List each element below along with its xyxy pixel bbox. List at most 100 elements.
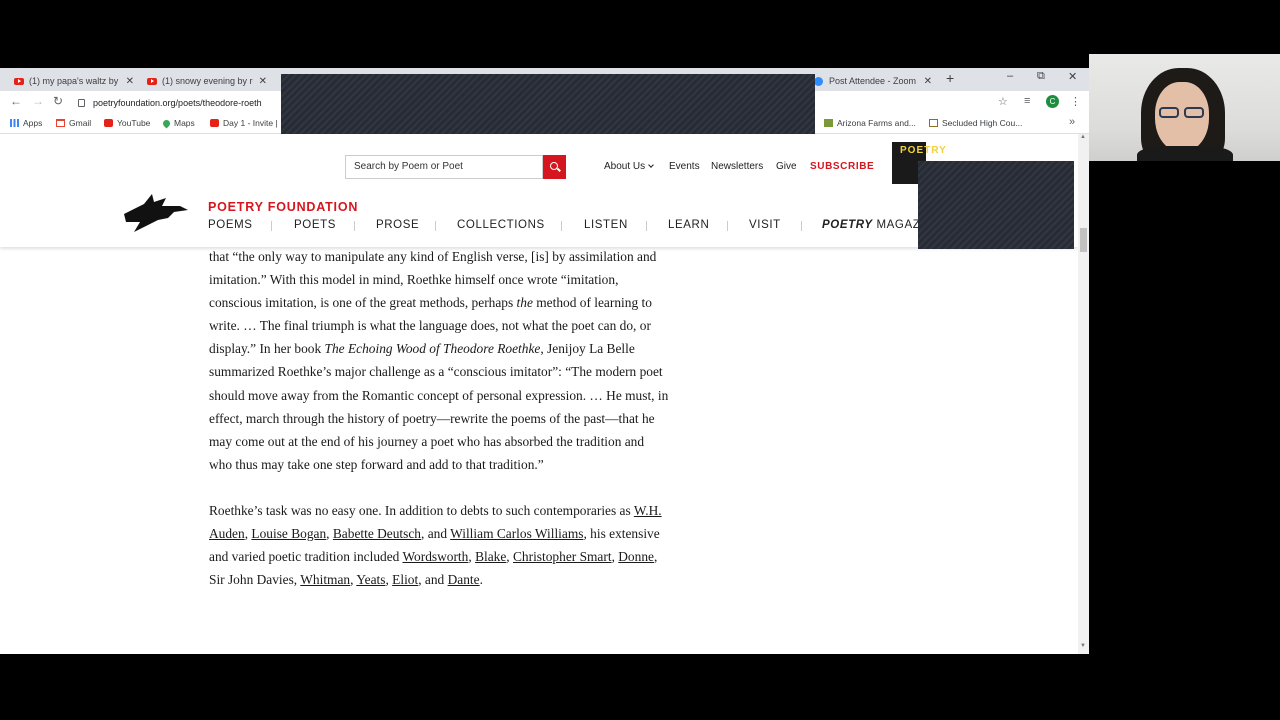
text-run: . [479, 572, 483, 588]
browser-tab-zoom[interactable]: Post Attendee - Zoom ✕ [808, 71, 938, 91]
chevron-down-icon [648, 162, 654, 168]
link-blake[interactable]: Blake [475, 549, 506, 564]
bookmark-youtube[interactable]: YouTube [104, 118, 150, 128]
close-window-button[interactable]: ✕ [1068, 70, 1077, 83]
youtube-icon [147, 77, 157, 85]
bookmark-icon [929, 119, 938, 127]
redacted-region [281, 74, 815, 134]
scroll-thumb[interactable] [1080, 228, 1087, 252]
link-williams[interactable]: William Carlos Williams [450, 526, 583, 541]
nav-about-us[interactable]: About Us [604, 161, 654, 172]
url-text: poetryfoundation.org/poets/theodore-roet… [93, 97, 262, 108]
scroll-up-arrow-icon[interactable]: ▲ [1080, 134, 1086, 140]
bookmark-label: Maps [174, 118, 195, 128]
bookmark-apps[interactable]: Apps [10, 118, 42, 128]
bookmark-label: Gmail [69, 118, 92, 128]
nav-listen[interactable]: LISTEN [584, 219, 628, 231]
nav-newsletters[interactable]: Newsletters [711, 161, 763, 172]
tab-title: (1) snowy evening by ro [162, 76, 253, 86]
bookmark-label: Arizona Farms and... [837, 118, 916, 128]
profile-avatar[interactable]: C [1046, 95, 1059, 108]
lock-icon [78, 98, 85, 107]
bookmark-gmail[interactable]: Gmail [56, 118, 91, 128]
page-scrollbar[interactable]: ▲ ▼ [1078, 134, 1089, 654]
nav-give[interactable]: Give [776, 161, 797, 172]
webcam-shirt [1137, 146, 1233, 161]
link-eliot[interactable]: Eliot [392, 572, 418, 587]
youtube-icon [210, 119, 219, 127]
new-tab-button[interactable]: + [946, 70, 954, 86]
book-title: The Echoing Wood of Theodore Roethke [324, 341, 541, 357]
site-header: Search by Poem or Poet About Us Events N… [0, 134, 1078, 247]
forward-arrow-icon[interactable]: → [32, 94, 44, 108]
scroll-down-arrow-icon[interactable]: ▼ [1080, 643, 1086, 649]
text-run: , Jenijoy La Belle summarized Roethke’s … [209, 341, 669, 472]
link-smart[interactable]: Christopher Smart [513, 549, 612, 564]
close-tab-icon[interactable]: ✕ [924, 76, 932, 87]
article-paragraph: that “the only way to manipulate any kin… [209, 245, 669, 476]
close-tab-icon[interactable]: ✕ [126, 76, 134, 87]
link-dante[interactable]: Dante [448, 572, 480, 587]
star-icon[interactable]: ☆ [998, 95, 1008, 108]
browser-tab-snowy-evening[interactable]: (1) snowy evening by ro ✕ [141, 71, 273, 91]
nav-divider [801, 221, 802, 231]
close-tab-icon[interactable]: ✕ [259, 76, 267, 87]
youtube-icon [104, 119, 113, 127]
bookmark-maps[interactable]: Maps [161, 118, 195, 128]
emphasis: the [516, 295, 533, 311]
nav-collections[interactable]: COLLECTIONS [457, 219, 545, 231]
apps-icon [10, 119, 19, 127]
link-yeats[interactable]: Yeats [356, 572, 385, 587]
nav-prose[interactable]: PROSE [376, 219, 419, 231]
nav-label: POETRY [822, 219, 873, 231]
link-deutsch[interactable]: Babette Deutsch [333, 526, 421, 541]
subscribe-link[interactable]: SUBSCRIBE [810, 161, 874, 172]
nav-label: About Us [604, 161, 646, 172]
bookmark-secluded-high[interactable]: Secluded High Cou... [929, 118, 1022, 128]
maps-icon [161, 118, 172, 128]
bookmark-label: Day 1 - Invite | [223, 118, 278, 128]
menu-dots-icon[interactable]: ⋮ [1070, 95, 1081, 108]
bookmark-day1-invite[interactable]: Day 1 - Invite | [210, 118, 278, 128]
glasses-icon [1159, 107, 1179, 118]
article-paragraph: Roethke’s task was no easy one. In addit… [209, 499, 669, 591]
nav-learn[interactable]: LEARN [668, 219, 709, 231]
nav-visit[interactable]: VISIT [749, 219, 781, 231]
tab-title: Post Attendee - Zoom [829, 76, 917, 86]
reload-icon[interactable]: ↻ [53, 94, 63, 108]
bookmark-label: YouTube [117, 118, 151, 128]
back-arrow-icon[interactable]: ← [10, 94, 22, 108]
link-donne[interactable]: Donne [618, 549, 654, 564]
brand-title[interactable]: POETRY FOUNDATION [208, 200, 358, 214]
search-icon[interactable] [543, 155, 566, 179]
youtube-icon [14, 77, 24, 85]
link-bogan[interactable]: Louise Bogan [251, 526, 326, 541]
text-run: , and [421, 526, 451, 542]
nav-events[interactable]: Events [669, 161, 700, 172]
link-wordsworth[interactable]: Wordsworth [402, 549, 468, 564]
nav-label: MAGAZI [872, 219, 925, 231]
search-input[interactable]: Search by Poem or Poet [345, 155, 543, 179]
minimize-button[interactable]: – [1007, 70, 1013, 82]
bookmark-icon [824, 119, 833, 127]
browser-window: (1) my papa's waltz by th ✕ (1) snowy ev… [0, 68, 1089, 654]
restore-button[interactable]: ⧉ [1037, 70, 1045, 83]
text-run: , and [418, 572, 448, 588]
bookmark-arizona-farms[interactable]: Arizona Farms and... [824, 118, 916, 128]
pegasus-logo-icon[interactable] [122, 192, 190, 234]
bookmark-label: Apps [23, 118, 43, 128]
glasses-icon [1184, 107, 1204, 118]
browser-tab-papas-waltz[interactable]: (1) my papa's waltz by th ✕ [8, 71, 140, 91]
address-bar[interactable]: poetryfoundation.org/poets/theodore-roet… [78, 94, 288, 111]
nav-divider [646, 221, 647, 231]
nav-divider [271, 221, 272, 231]
nav-poems[interactable]: POEMS [208, 219, 253, 231]
link-whitman[interactable]: Whitman [300, 572, 350, 587]
zoom-icon [814, 76, 823, 86]
nav-poets[interactable]: POETS [294, 219, 336, 231]
gmail-icon [56, 119, 65, 127]
more-bookmarks-icon[interactable]: » [1069, 116, 1075, 128]
media-control-icon[interactable]: ≡ [1024, 95, 1030, 107]
nav-poetry-magazine[interactable]: POETRY MAGAZI [822, 219, 924, 231]
webcam-video [1089, 54, 1280, 161]
